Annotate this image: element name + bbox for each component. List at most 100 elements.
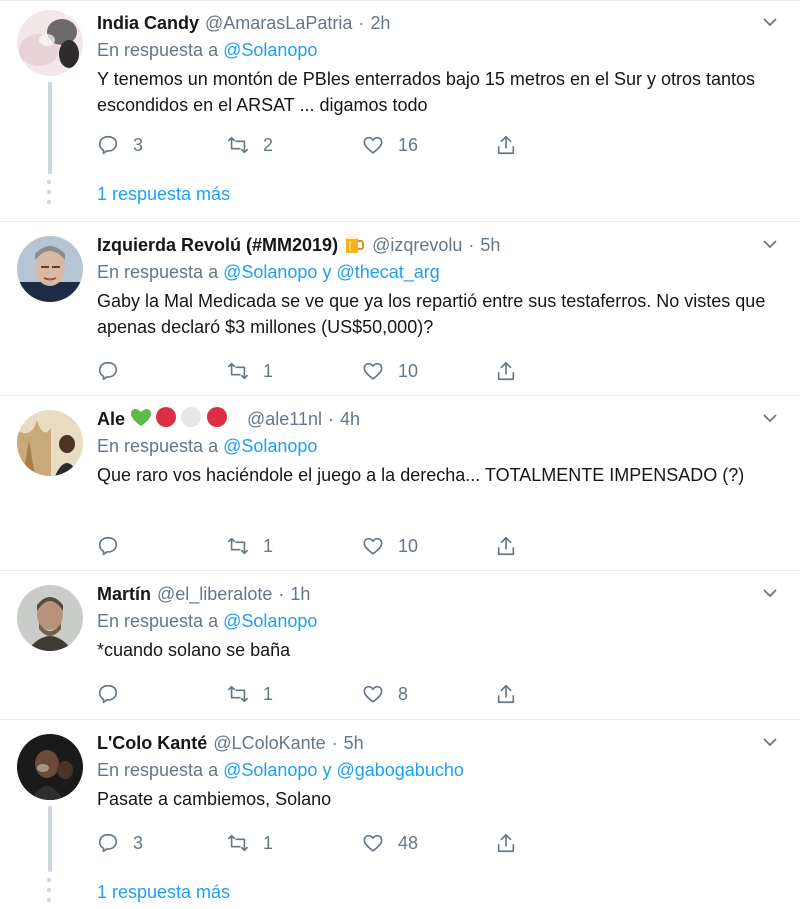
mention-link[interactable]: @Solanopo xyxy=(223,436,317,456)
avatar[interactable] xyxy=(17,585,83,651)
avatar[interactable] xyxy=(17,734,83,800)
mention-link[interactable]: @Solanopo xyxy=(223,611,317,631)
retweet-count: 1 xyxy=(263,360,274,381)
more-dots xyxy=(46,180,52,210)
like-button[interactable]: 10 xyxy=(362,534,418,558)
user-handle[interactable]: @izqrevolu xyxy=(372,235,462,256)
user-handle[interactable]: @AmarasLaPatria xyxy=(205,13,352,34)
separator: · xyxy=(358,12,365,33)
show-more-replies[interactable]: 1 respuesta más xyxy=(0,866,800,909)
more-replies-link[interactable]: 1 respuesta más xyxy=(97,184,230,205)
retweet-button[interactable]: 2 xyxy=(227,133,273,157)
show-more-replies[interactable]: 1 respuesta más xyxy=(0,168,800,224)
avatar[interactable] xyxy=(17,10,83,76)
beer-mug-icon xyxy=(342,231,366,260)
retweet-icon xyxy=(228,136,248,154)
tweet-lcolo-kante[interactable]: L'Colo Kanté @LColoKante · 5h En respues… xyxy=(0,720,800,909)
retweet-count: 1 xyxy=(263,832,274,853)
like-count: 16 xyxy=(398,134,419,155)
reply-prefix: En respuesta a xyxy=(97,611,219,631)
reply-icon xyxy=(98,833,118,853)
chevron-down-icon[interactable] xyxy=(762,14,778,30)
retweet-button[interactable]: 1 xyxy=(227,682,273,706)
share-button[interactable] xyxy=(495,682,531,706)
retweet-icon xyxy=(228,362,248,380)
retweet-count: 1 xyxy=(263,535,274,556)
chevron-down-icon[interactable] xyxy=(762,410,778,426)
tweet-header: India Candy @AmarasLaPatria · 2h xyxy=(97,10,740,36)
reply-context: En respuesta a @Solanopo xyxy=(97,436,317,457)
display-name[interactable]: Ale xyxy=(97,409,125,430)
avatar[interactable] xyxy=(17,236,83,302)
tweet-izquierda-revolu[interactable]: Izquierda Revolú (#MM2019) @izqrevolu · … xyxy=(0,222,800,396)
reply-prefix: En respuesta a xyxy=(97,262,219,282)
heart-icon xyxy=(363,362,383,380)
mention-link[interactable]: @Solanopo xyxy=(223,262,317,282)
tweet-ale[interactable]: Ale @ale11nl · 4h En respuesta a @Solano… xyxy=(0,396,800,571)
heart-icon xyxy=(363,685,383,703)
share-button[interactable] xyxy=(495,359,531,383)
reply-icon xyxy=(98,684,118,704)
user-handle[interactable]: @el_liberalote xyxy=(157,584,272,605)
share-button[interactable] xyxy=(495,831,531,855)
mention-link[interactable]: @thecat_arg xyxy=(336,262,439,282)
chevron-down-icon[interactable] xyxy=(762,585,778,601)
hearts-and-circles-icons xyxy=(129,405,241,434)
separator: · xyxy=(331,732,338,753)
like-button[interactable]: 16 xyxy=(362,133,418,157)
heart-icon xyxy=(363,136,383,154)
reply-button[interactable] xyxy=(97,682,133,706)
tweet-header: Martín @el_liberalote · 1h xyxy=(97,581,740,607)
mention-link[interactable]: @Solanopo xyxy=(223,40,317,60)
like-count: 10 xyxy=(398,360,419,381)
display-name[interactable]: L'Colo Kanté xyxy=(97,733,207,754)
heart-icon xyxy=(363,537,383,555)
user-handle[interactable]: @LColoKante xyxy=(213,733,325,754)
reply-context: En respuesta a @Solanopo y @thecat_arg xyxy=(97,262,440,283)
timestamp[interactable]: 2h xyxy=(370,13,390,34)
chevron-down-icon[interactable] xyxy=(762,734,778,750)
retweet-button[interactable]: 1 xyxy=(227,359,273,383)
retweet-count: 2 xyxy=(263,134,274,155)
display-name[interactable]: India Candy xyxy=(97,13,199,34)
reply-count: 3 xyxy=(133,134,144,155)
tweet-text: *cuando solano se baña xyxy=(97,640,291,660)
reply-joiner: y xyxy=(322,760,332,780)
share-icon xyxy=(497,135,515,155)
reply-button[interactable]: 3 xyxy=(97,831,143,855)
thread-line xyxy=(48,806,52,872)
tweet-header: Ale @ale11nl · 4h xyxy=(97,406,740,432)
like-button[interactable]: 10 xyxy=(362,359,418,383)
mention-link[interactable]: @Solanopo xyxy=(223,760,317,780)
tweet-martin[interactable]: Martín @el_liberalote · 1h En respuesta … xyxy=(0,571,800,720)
reply-joiner: y xyxy=(322,262,332,282)
retweet-button[interactable]: 1 xyxy=(227,534,273,558)
tweet-india-candy[interactable]: India Candy @AmarasLaPatria · 2h En resp… xyxy=(0,0,800,222)
like-count: 8 xyxy=(398,683,409,704)
chevron-down-icon[interactable] xyxy=(762,236,778,252)
display-name[interactable]: Martín xyxy=(97,584,151,605)
timestamp[interactable]: 5h xyxy=(344,733,364,754)
avatar[interactable] xyxy=(17,410,83,476)
retweet-icon xyxy=(228,685,248,703)
tweet-actions: 1 10 xyxy=(97,534,537,558)
share-button[interactable] xyxy=(495,133,531,157)
display-name[interactable]: Izquierda Revolú (#MM2019) xyxy=(97,235,338,256)
share-button[interactable] xyxy=(495,534,531,558)
like-button[interactable]: 8 xyxy=(362,682,408,706)
reply-button[interactable] xyxy=(97,534,133,558)
reply-button[interactable]: 3 xyxy=(97,133,143,157)
timestamp[interactable]: 4h xyxy=(340,409,360,430)
reply-button[interactable] xyxy=(97,359,133,383)
user-handle[interactable]: @ale11nl xyxy=(247,409,322,430)
share-icon xyxy=(497,536,515,556)
timestamp[interactable]: 1h xyxy=(290,584,310,605)
more-replies-link[interactable]: 1 respuesta más xyxy=(97,882,230,903)
like-count: 10 xyxy=(398,535,419,556)
timestamp[interactable]: 5h xyxy=(480,235,500,256)
like-button[interactable]: 48 xyxy=(362,831,418,855)
mention-link[interactable]: @gabogabucho xyxy=(336,760,463,780)
retweet-button[interactable]: 1 xyxy=(227,831,273,855)
retweet-icon xyxy=(228,537,248,555)
reply-icon xyxy=(98,135,118,155)
